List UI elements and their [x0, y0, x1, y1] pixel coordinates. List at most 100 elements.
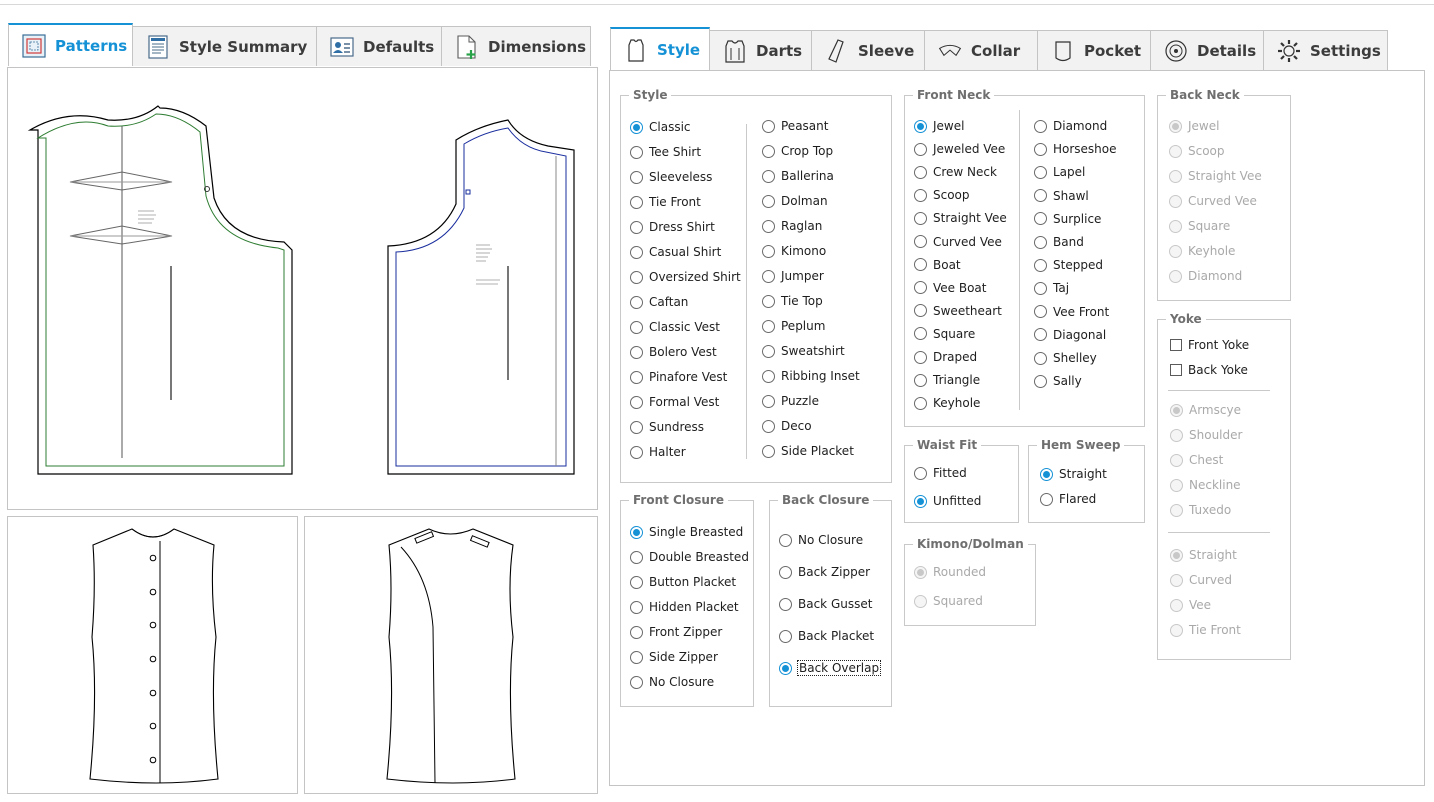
back-closure-back-gusset[interactable]: Back Gusset: [779, 596, 872, 612]
radio[interactable]: [914, 281, 927, 295]
radio[interactable]: [1034, 305, 1047, 319]
checkbox[interactable]: [1170, 364, 1182, 376]
tab-style-summary[interactable]: Style Summary: [132, 26, 317, 66]
back-closure-back-zipper[interactable]: Back Zipper: [779, 564, 870, 580]
yoke-front-yoke[interactable]: Front Yoke: [1170, 337, 1249, 353]
checkbox[interactable]: [1170, 339, 1182, 351]
style-ballerina[interactable]: Ballerina: [762, 168, 834, 184]
front-neck-shawl[interactable]: Shawl: [1034, 188, 1089, 204]
radio[interactable]: [914, 350, 927, 364]
radio[interactable]: [914, 258, 927, 272]
front-neck-triangle[interactable]: Triangle: [914, 372, 980, 388]
radio[interactable]: [779, 533, 792, 547]
tab-settings[interactable]: Settings: [1263, 30, 1388, 70]
radio[interactable]: [1034, 235, 1047, 249]
style-peplum[interactable]: Peplum: [762, 318, 825, 334]
radio[interactable]: [630, 320, 643, 334]
radio[interactable]: [914, 235, 927, 248]
back-closure-back-placket[interactable]: Back Placket: [779, 628, 874, 644]
front-neck-crew-neck[interactable]: Crew Neck: [914, 164, 997, 180]
radio[interactable]: [914, 327, 927, 341]
radio[interactable]: [1034, 328, 1047, 342]
radio[interactable]: [630, 295, 643, 309]
front-neck-surplice[interactable]: Surplice: [1034, 211, 1101, 227]
radio[interactable]: [630, 650, 643, 664]
tab-style[interactable]: Style: [610, 27, 710, 70]
style-oversized-shirt[interactable]: Oversized Shirt: [630, 269, 741, 285]
front-neck-square[interactable]: Square: [914, 326, 975, 342]
radio[interactable]: [1034, 374, 1047, 388]
radio[interactable]: [762, 169, 775, 183]
style-crop-top[interactable]: Crop Top: [762, 143, 833, 159]
style-classic-vest[interactable]: Classic Vest: [630, 319, 720, 335]
tab-defaults[interactable]: Defaults: [316, 26, 442, 66]
radio[interactable]: [762, 344, 775, 358]
tab-pocket[interactable]: Pocket: [1037, 30, 1151, 70]
front-neck-shelley[interactable]: Shelley: [1034, 350, 1097, 366]
front-neck-vee-front[interactable]: Vee Front: [1034, 304, 1109, 320]
style-tie-front[interactable]: Tie Front: [630, 194, 701, 210]
radio[interactable]: [762, 394, 775, 408]
yoke-back-yoke[interactable]: Back Yoke: [1170, 362, 1248, 378]
front-neck-lapel[interactable]: Lapel: [1034, 164, 1085, 180]
back-closure-no-closure[interactable]: No Closure: [779, 532, 863, 548]
style-pinafore-vest[interactable]: Pinafore Vest: [630, 369, 727, 385]
radio[interactable]: [630, 370, 643, 384]
tab-collar[interactable]: Collar: [924, 30, 1038, 70]
radio[interactable]: [762, 194, 775, 208]
front-neck-stepped[interactable]: Stepped: [1034, 257, 1103, 273]
front-neck-diamond[interactable]: Diamond: [1034, 118, 1107, 134]
style-sweatshirt[interactable]: Sweatshirt: [762, 343, 845, 359]
radio[interactable]: [630, 395, 643, 409]
radio[interactable]: [779, 565, 792, 579]
front-neck-boat[interactable]: Boat: [914, 257, 961, 273]
radio[interactable]: [1034, 212, 1047, 226]
radio[interactable]: [630, 600, 643, 614]
style-classic[interactable]: Classic: [630, 119, 691, 135]
radio[interactable]: [762, 369, 775, 383]
style-formal-vest[interactable]: Formal Vest: [630, 394, 719, 410]
radio[interactable]: [630, 420, 643, 434]
radio[interactable]: [630, 345, 643, 359]
front-closure-no-closure[interactable]: No Closure: [630, 674, 714, 690]
front-neck-horseshoe[interactable]: Horseshoe: [1034, 141, 1117, 157]
radio[interactable]: [630, 675, 643, 689]
style-sleeveless[interactable]: Sleeveless: [630, 169, 712, 185]
radio[interactable]: [914, 304, 927, 318]
front-neck-vee-boat[interactable]: Vee Boat: [914, 280, 987, 296]
style-side-placket[interactable]: Side Placket: [762, 443, 854, 459]
radio[interactable]: [630, 550, 643, 564]
front-neck-jeweled-vee[interactable]: Jeweled Vee: [914, 141, 1005, 157]
radio[interactable]: [762, 269, 775, 283]
front-neck-sally[interactable]: Sally: [1034, 373, 1082, 389]
radio[interactable]: [1034, 189, 1047, 203]
tab-dimensions[interactable]: Dimensions: [441, 26, 591, 66]
front-neck-straight-vee[interactable]: Straight Vee: [914, 210, 1007, 226]
radio-selected[interactable]: [630, 120, 643, 134]
radio[interactable]: [914, 165, 927, 179]
radio-selected[interactable]: [779, 661, 792, 675]
style-casual-shirt[interactable]: Casual Shirt: [630, 244, 721, 260]
radio[interactable]: [1034, 165, 1047, 179]
radio[interactable]: [630, 170, 643, 184]
style-caftan[interactable]: Caftan: [630, 294, 688, 310]
hem-sweep-straight[interactable]: Straight: [1040, 466, 1107, 482]
front-closure-front-zipper[interactable]: Front Zipper: [630, 624, 722, 640]
radio[interactable]: [630, 145, 643, 159]
style-sundress[interactable]: Sundress: [630, 419, 704, 435]
style-tee-shirt[interactable]: Tee Shirt: [630, 144, 701, 160]
style-halter[interactable]: Halter: [630, 444, 686, 460]
front-neck-scoop[interactable]: Scoop: [914, 187, 970, 203]
style-deco[interactable]: Deco: [762, 418, 812, 434]
radio[interactable]: [762, 294, 775, 308]
front-neck-curved-vee[interactable]: Curved Vee: [914, 234, 1002, 250]
front-closure-hidden-placket[interactable]: Hidden Placket: [630, 599, 739, 615]
style-dress-shirt[interactable]: Dress Shirt: [630, 219, 715, 235]
style-bolero-vest[interactable]: Bolero Vest: [630, 344, 717, 360]
style-puzzle[interactable]: Puzzle: [762, 393, 819, 409]
radio[interactable]: [1034, 119, 1047, 133]
radio[interactable]: [630, 195, 643, 209]
waist-fit-fitted[interactable]: Fitted: [914, 465, 967, 481]
style-raglan[interactable]: Raglan: [762, 218, 822, 234]
style-tie-top[interactable]: Tie Top: [762, 293, 823, 309]
